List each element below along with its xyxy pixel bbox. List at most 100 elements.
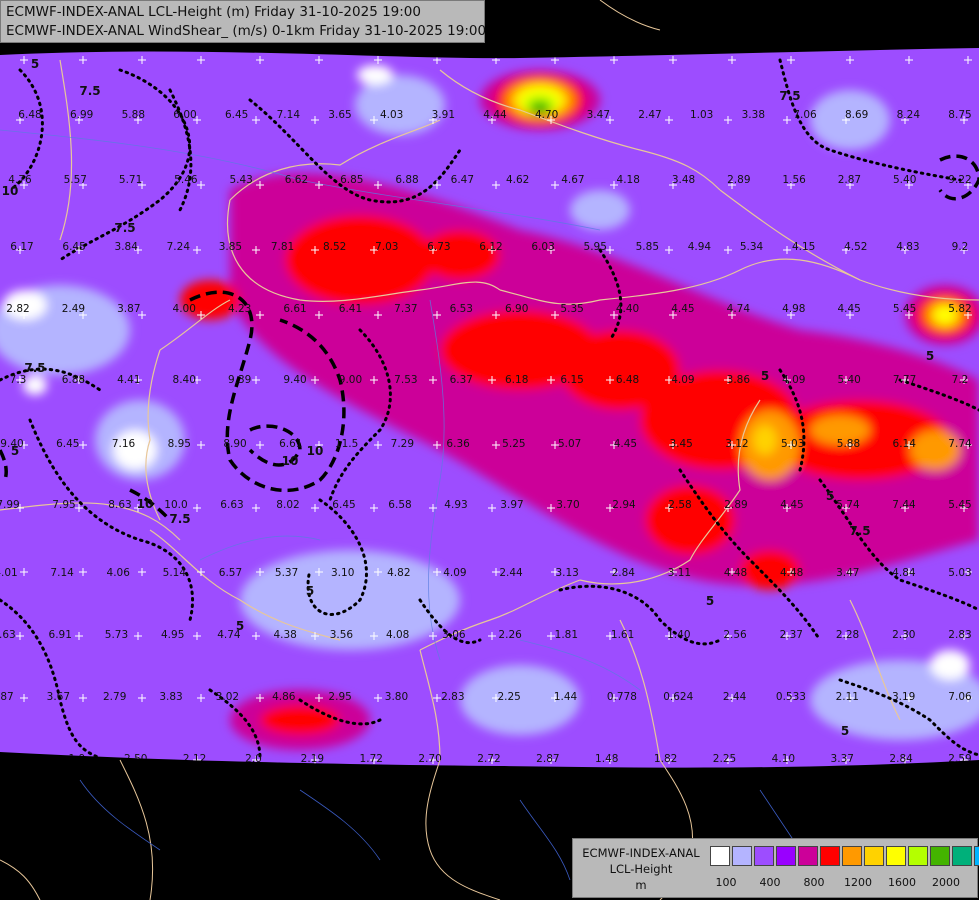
shear-value-label: 1.03 [690,109,713,121]
field-patch [23,375,47,395]
shear-value-label: 3.06 [442,629,466,641]
shear-value-label: 0.778 [607,691,637,703]
contour-label: 7.5 [849,524,870,538]
shear-value-label: 4.82 [387,567,410,579]
shear-value-label: 2.25 [713,753,736,765]
map-title-box: ECMWF-INDEX-ANAL LCL-Height (m) Friday 3… [0,0,487,43]
shear-value-label: 2.83 [441,691,464,703]
legend-swatch [908,846,928,866]
shear-value-label: 3.13 [555,567,578,579]
shear-value-label: 6.62 [285,174,308,186]
shear-value-label: 3.85 [219,241,242,253]
shear-value-label: 2.95 [328,691,351,703]
shear-value-label: 2.87 [536,753,559,765]
shear-value-label: 6.45 [62,241,85,253]
shear-value-label: 7.03 [375,241,398,253]
legend-swatch [952,846,972,866]
contour-label: 5 [826,489,834,503]
shear-value-label: 4.70 [535,109,558,121]
shear-value-label: 3.87 [0,691,14,703]
shear-value-label: 9.22 [948,174,971,186]
shear-value-label: 4.48 [780,567,803,579]
legend-tick-label: 400 [759,876,781,889]
shear-value-label: 3.84 [115,241,139,253]
shear-value-label: 6.15 [560,374,583,386]
shear-value-label: 7.95 [52,499,75,511]
contour-label: 5 [236,619,244,633]
weather-map-view: 6.48 6.99 5.88 6.00 6.45 7.14 3.65 4.03 3.91 4.44… [0,0,979,900]
shear-value-label: 11.5 [335,438,358,450]
contour-label: 5 [841,724,849,738]
shear-value-label: 5.82 [948,303,971,315]
shear-value-label: 6.17 [10,241,33,253]
shear-value-label: 7.14 [277,109,301,121]
field-patch [930,650,970,680]
shear-value-label: 3.87 [117,303,140,315]
contour-label: 10 [2,184,19,198]
shear-value-label: 6.57 [219,567,242,579]
shear-value-label: 5.37 [275,567,298,579]
shear-value-label: 2.89 [724,499,747,511]
contour-label: 7.5 [114,221,135,235]
shear-value-label: 4.84 [892,567,916,579]
title-line-lcl: ECMWF-INDEX-ANAL LCL-Height (m) Friday 3… [6,4,421,20]
shear-value-label: 6.53 [450,303,473,315]
shear-value-label: 3.10 [331,567,354,579]
shear-value-label: 4.18 [617,174,640,186]
shear-value-label: 5.43 [229,174,252,186]
contour-label: 5 [926,349,934,363]
shear-value-label: 1.72 [360,753,383,765]
shear-value-label: 6.45 [225,109,248,121]
shear-value-label: 4.94 [688,241,712,253]
field-patch [753,425,777,455]
shear-value-label: 2.87 [838,174,861,186]
shear-value-label: 2.94 [612,499,636,511]
legend-tick-label: 800 [803,876,825,889]
title-line-windshear: ECMWF-INDEX-ANAL WindShear_ (m/s) 0-1km … [6,23,487,39]
shear-value-label: 6.63 [220,499,243,511]
shear-value-label: 6.14 [893,438,917,450]
shear-value-label: 2.84 [889,753,913,765]
shear-value-label: 6.48 [616,374,639,386]
shear-value-label: 3.65 [328,109,351,121]
shear-value-label: 1.44 [554,691,578,703]
shear-value-label: 5.34 [740,241,764,253]
shear-value-label: 2.28 [836,629,859,641]
shear-value-label: 6.61 [283,303,306,315]
shear-value-label: 4.74 [727,303,751,315]
shear-value-label: 7.16 [112,438,136,450]
legend-swatch [864,846,884,866]
shear-value-label: 7.99 [0,499,20,511]
contour-label: 10 [307,444,324,458]
shear-value-label: 3.56 [330,629,354,641]
legend-title: ECMWF-INDEX-ANAL LCL-Height m [573,845,709,893]
shear-value-label: 6.45 [56,438,79,450]
shear-value-label: 4.06 [107,567,131,579]
shear-value-label: 2.11 [836,691,859,703]
shear-value-label: 7.44 [892,499,916,511]
shear-value-label: 5.03 [781,438,804,450]
shear-value-label: 7.24 [167,241,191,253]
shear-value-label: 8.02 [276,499,299,511]
legend-model-label: ECMWF-INDEX-ANAL [582,846,700,860]
contour-label: 7.5 [169,512,190,526]
shear-value-label: 4.98 [782,303,805,315]
shear-value-label: 8.52 [323,241,346,253]
shear-value-label: 4.40 [616,303,639,315]
shear-value-label: 8.40 [173,374,196,386]
shear-value-label: 6.58 [388,499,411,511]
shear-value-label: 6.45 [332,499,355,511]
legend-swatch [930,846,950,866]
legend-swatches [710,846,979,866]
field-patch [113,430,157,470]
legend-unit-label: m [635,878,647,892]
shear-value-label: 7.06 [793,109,817,121]
color-legend: ECMWF-INDEX-ANAL LCL-Height m 100 400 800 1… [572,838,979,898]
field-patch [357,65,393,85]
shear-value-label: 5.73 [105,629,128,641]
shear-value-label: 9.00 [339,374,362,386]
shear-value-label: 1.61 [611,629,634,641]
shear-value-label: 5.63 [0,629,16,641]
legend-swatch [776,846,796,866]
shear-value-label: 9.2 [952,241,969,253]
